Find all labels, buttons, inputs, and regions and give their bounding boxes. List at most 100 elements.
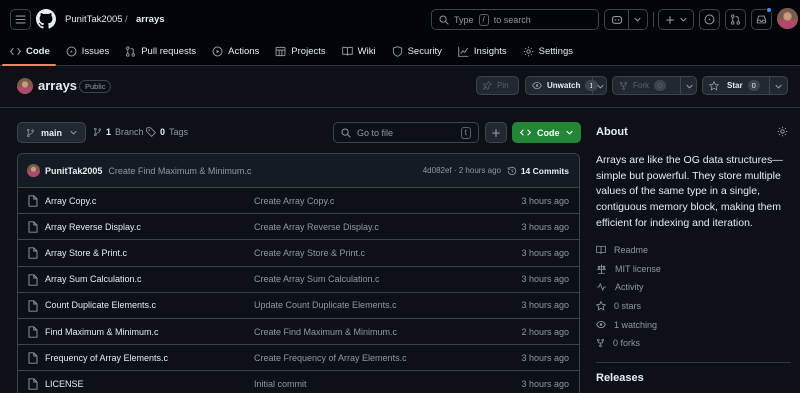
code-dropdown-button[interactable]: Code [512, 122, 581, 143]
file-commit-message[interactable]: Create Frequency of Array Elements.c [254, 353, 407, 363]
tab-wiki[interactable]: Wiki [334, 41, 384, 61]
pin-button[interactable]: Pin [476, 76, 519, 95]
divider [653, 12, 654, 27]
gear-icon[interactable] [777, 126, 788, 137]
latest-commit-bar: PunitTak2005 Create Find Maximum & Minim… [18, 154, 579, 188]
tab-label: Wiki [357, 45, 376, 57]
branch-selector[interactable]: main [17, 122, 86, 143]
chevron-down-icon[interactable] [686, 83, 693, 90]
file-commit-message[interactable]: Create Array Copy.c [254, 196, 334, 206]
breadcrumb-repo[interactable]: arrays [136, 14, 165, 25]
chevron-down-icon [634, 17, 641, 22]
file-commit-time: 3 hours ago [521, 274, 569, 285]
unwatch-button[interactable]: Unwatch 1 [525, 76, 607, 95]
tab-code[interactable]: Code [0, 41, 58, 66]
global-search[interactable]: Type / to search [431, 9, 599, 30]
fork-button[interactable]: Fork 0 [612, 76, 697, 95]
tab-issues[interactable]: Issues [58, 41, 117, 61]
tab-actions[interactable]: Actions [204, 41, 267, 61]
notification-dot [766, 7, 772, 13]
file-commit-message[interactable]: Initial commit [254, 379, 307, 389]
avatar-image [17, 78, 33, 94]
forks-link[interactable]: 0 forks [596, 334, 791, 353]
star-icon [709, 80, 719, 91]
tab-settings[interactable]: Settings [515, 41, 581, 61]
pin-label: Pin [497, 81, 509, 90]
chevron-down-icon[interactable] [597, 83, 604, 90]
activity-label: Activity [615, 282, 644, 293]
file-icon-wrap [28, 221, 38, 233]
star-button[interactable]: Star 0 [702, 76, 788, 95]
pull-requests-button[interactable] [725, 9, 746, 30]
book-icon [341, 46, 353, 56]
file-commit-message[interactable]: Create Array Sum Calculation.c [254, 274, 380, 284]
releases-heading[interactable]: Releases [596, 372, 644, 384]
issues-button[interactable] [699, 9, 720, 30]
file-icon [28, 273, 38, 286]
tab-label: Settings [538, 45, 573, 57]
file-name-link[interactable]: Count Duplicate Elements.c [45, 300, 156, 310]
copilot-button[interactable] [604, 9, 648, 30]
graph-icon [458, 46, 469, 57]
tab-security[interactable]: Security [384, 41, 450, 61]
file-icon [28, 378, 38, 390]
file-row: Count Duplicate Elements.c Update Count D… [18, 293, 579, 319]
readme-link[interactable]: Readme [596, 241, 791, 260]
breadcrumb-owner[interactable]: PunitTak2005 [65, 14, 123, 25]
global-header: PunitTak2005 / arrays Type / to search C… [0, 0, 800, 66]
file-commit-time: 3 hours ago [521, 221, 569, 232]
tab-label: Projects [291, 45, 326, 57]
forks-label: 0 forks [613, 338, 641, 349]
commit-message[interactable]: Create Find Maximum & Minimum.c [108, 166, 251, 176]
file-commit-message[interactable]: Update Count Duplicate Elements.c [254, 300, 397, 310]
activity-link[interactable]: Activity [596, 278, 791, 297]
github-logo-icon [36, 9, 56, 29]
file-icon [28, 300, 38, 312]
file-name-link[interactable]: Array Copy.c [45, 196, 96, 206]
add-file-button[interactable] [485, 122, 507, 143]
stars-link[interactable]: 0 stars [596, 297, 791, 316]
branches-link[interactable]: 1 Branch [93, 122, 144, 142]
file-commit-message[interactable]: Create Array Store & Print.c [254, 248, 365, 258]
file-name-link[interactable]: Frequency of Array Elements.c [45, 353, 168, 363]
file-name-link[interactable]: Array Reverse Display.c [45, 222, 141, 232]
file-rows: Array Copy.c Create Array Copy.c 3 hours a… [18, 188, 579, 393]
star-label: Star [727, 81, 743, 90]
search-suffix: to search [493, 14, 531, 25]
file-name-link[interactable]: Array Store & Print.c [45, 248, 127, 258]
commit-author[interactable]: PunitTak2005 [45, 166, 102, 176]
search-prefix: Type [454, 14, 474, 25]
file-name-link[interactable]: Find Maximum & Minimum.c [45, 327, 159, 337]
commits-link[interactable]: 14 Commits [507, 166, 569, 176]
tab-pull-requests[interactable]: Pull requests [117, 41, 204, 61]
tag-count-label: Tags [169, 127, 189, 137]
file-icon-wrap [28, 352, 38, 364]
license-link[interactable]: MIT license [596, 259, 791, 278]
commit-hash-time[interactable]: 4d082ef · 2 hours ago [423, 166, 501, 175]
tab-projects[interactable]: Projects [267, 41, 333, 61]
file-commit-message[interactable]: Create Array Reverse Display.c [254, 222, 379, 232]
file-name-link[interactable]: LICENSE [45, 379, 84, 389]
chevron-down-icon[interactable] [775, 83, 782, 90]
plus-icon [666, 15, 674, 24]
watching-link[interactable]: 1 watching [596, 315, 791, 334]
code-icon [520, 129, 531, 136]
file-name-link[interactable]: Array Sum Calculation.c [45, 274, 142, 284]
tab-insights[interactable]: Insights [450, 41, 515, 61]
github-logo[interactable] [36, 9, 56, 29]
file-commit-message[interactable]: Create Find Maximum & Minimum.c [254, 327, 397, 337]
go-to-file-input[interactable]: Go to file t [333, 122, 479, 143]
hamburger-icon [15, 15, 26, 24]
create-new-button[interactable] [658, 9, 694, 30]
inbox-icon [756, 15, 767, 24]
file-icon [28, 326, 38, 338]
repo-title[interactable]: arrays [38, 78, 77, 93]
tag-icon [146, 127, 156, 137]
branch-count: 1 [106, 127, 112, 137]
tags-link[interactable]: 0 Tags [146, 122, 188, 142]
menu-button[interactable] [10, 9, 31, 30]
fork-icon [596, 339, 605, 348]
divider [769, 77, 770, 94]
branch-count-label: Branch [115, 127, 144, 137]
user-avatar[interactable] [777, 8, 798, 29]
